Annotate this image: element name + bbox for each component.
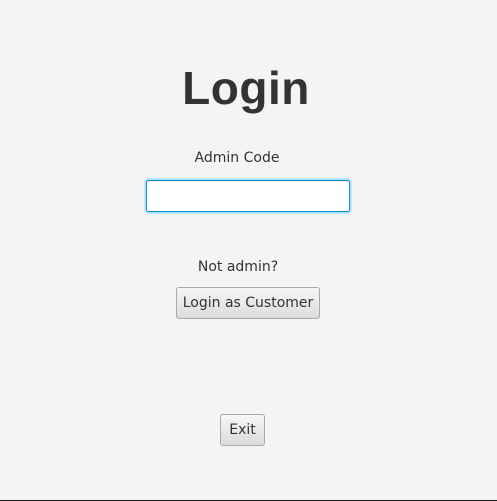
page-title: Login [182, 62, 310, 114]
admin-code-label: Admin Code [194, 150, 280, 166]
admin-code-input[interactable] [146, 180, 350, 212]
not-admin-text: Not admin? [197, 259, 279, 275]
exit-button[interactable]: Exit [220, 414, 265, 446]
login-as-customer-button[interactable]: Login as Customer [176, 287, 320, 319]
